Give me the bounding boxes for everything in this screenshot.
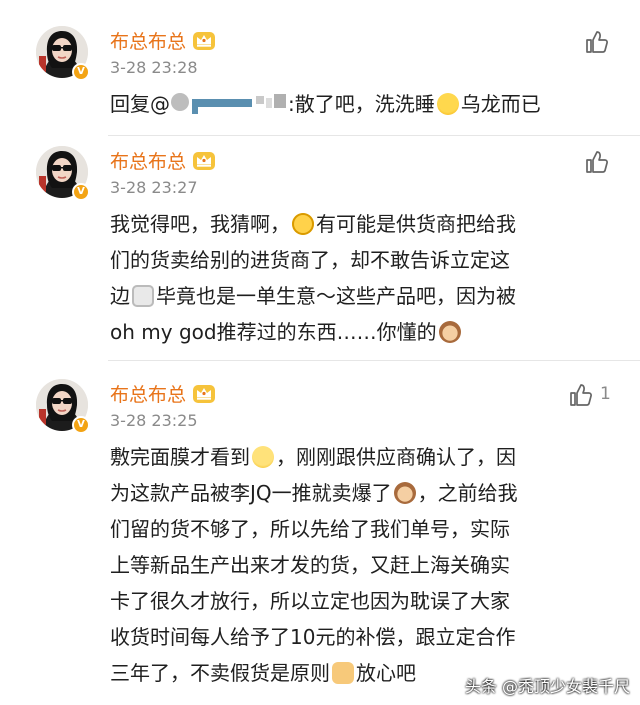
flushed-emoji-icon xyxy=(252,446,274,468)
like-icon[interactable] xyxy=(584,29,610,55)
crown-icon xyxy=(192,149,216,171)
username[interactable]: 布总布总 xyxy=(110,27,216,54)
text-line: ，之前给我 xyxy=(417,481,518,505)
watermark: 头条 @秃顶少女裴千尺 xyxy=(464,677,630,696)
text-line: 上等新品生产出来才发的货，又赶上海关确实 xyxy=(110,553,510,577)
dog-emoji-icon xyxy=(132,285,154,307)
timestamp: 3-28 23:25 xyxy=(110,411,198,430)
username-text[interactable]: 布总布总 xyxy=(110,384,186,406)
username-text[interactable]: 布总布总 xyxy=(110,151,186,173)
text-line: 为这款产品被李JQ一推就卖爆了 xyxy=(110,481,392,505)
like-icon[interactable] xyxy=(568,382,594,408)
text-line: 们留的货不够了，所以先给了我们单号，实际 xyxy=(110,517,510,541)
crown-icon xyxy=(192,29,216,51)
laughing-emoji-icon xyxy=(436,93,459,115)
crown-icon xyxy=(192,382,216,404)
username[interactable]: 布总布总 xyxy=(110,147,216,174)
comment-text: 回复@ :散了吧，洗洗睡 乌龙而已 xyxy=(110,86,610,122)
text-line: 我觉得吧，我猜啊， xyxy=(110,212,290,236)
redacted-username xyxy=(171,93,286,114)
verified-badge-icon: V xyxy=(72,63,90,81)
timestamp: 3-28 23:27 xyxy=(110,178,198,197)
text-line: 放心吧 xyxy=(356,661,416,685)
handshake-emoji-icon xyxy=(332,662,354,684)
comment-text: 我觉得吧，我猜啊， 有可能是供货商把给我 们的货卖给别的进货商了，却不敢告诉立定这… xyxy=(110,206,610,350)
text-line: 边 xyxy=(110,284,130,308)
monkey-emoji-icon xyxy=(393,482,416,504)
text-line: ，刚刚跟供应商确认了，因 xyxy=(276,445,516,469)
text-line: 收货时间每人给予了10元的补偿，跟立定合作 xyxy=(110,625,516,649)
reply-text: :散了吧，洗洗睡 xyxy=(288,92,435,116)
text-line: 卡了很久才放行，所以立定也因为耽误了大家 xyxy=(110,589,510,613)
text-line: 三年了，不卖假货是原则 xyxy=(110,661,330,685)
monkey-emoji-icon xyxy=(438,321,461,343)
glasses-emoji-icon xyxy=(292,213,314,235)
divider xyxy=(108,360,640,361)
verified-badge-icon: V xyxy=(72,183,90,201)
text-line: 敷完面膜才看到 xyxy=(110,445,250,469)
text-line: 有可能是供货商把给我 xyxy=(316,212,516,236)
username-text[interactable]: 布总布总 xyxy=(110,31,186,53)
text-line: 们的货卖给别的进货商了，却不敢告诉立定这 xyxy=(110,248,510,272)
reply-text-end: 乌龙而已 xyxy=(460,92,541,116)
text-line: 毕竟也是一单生意～这些产品吧，因为被 xyxy=(156,284,516,308)
username[interactable]: 布总布总 xyxy=(110,380,216,407)
text-line: oh my god推荐过的东西……你懂的 xyxy=(110,320,437,344)
timestamp: 3-28 23:28 xyxy=(110,58,198,77)
like-icon[interactable] xyxy=(584,149,610,175)
verified-badge-icon: V xyxy=(72,416,90,434)
like-count: 1 xyxy=(600,384,611,404)
divider xyxy=(108,135,640,136)
comment-text: 敷完面膜才看到 ，刚刚跟供应商确认了，因 为这款产品被李JQ一推就卖爆了 ，之前给我… xyxy=(110,439,610,691)
reply-prefix: 回复@ xyxy=(110,92,170,116)
